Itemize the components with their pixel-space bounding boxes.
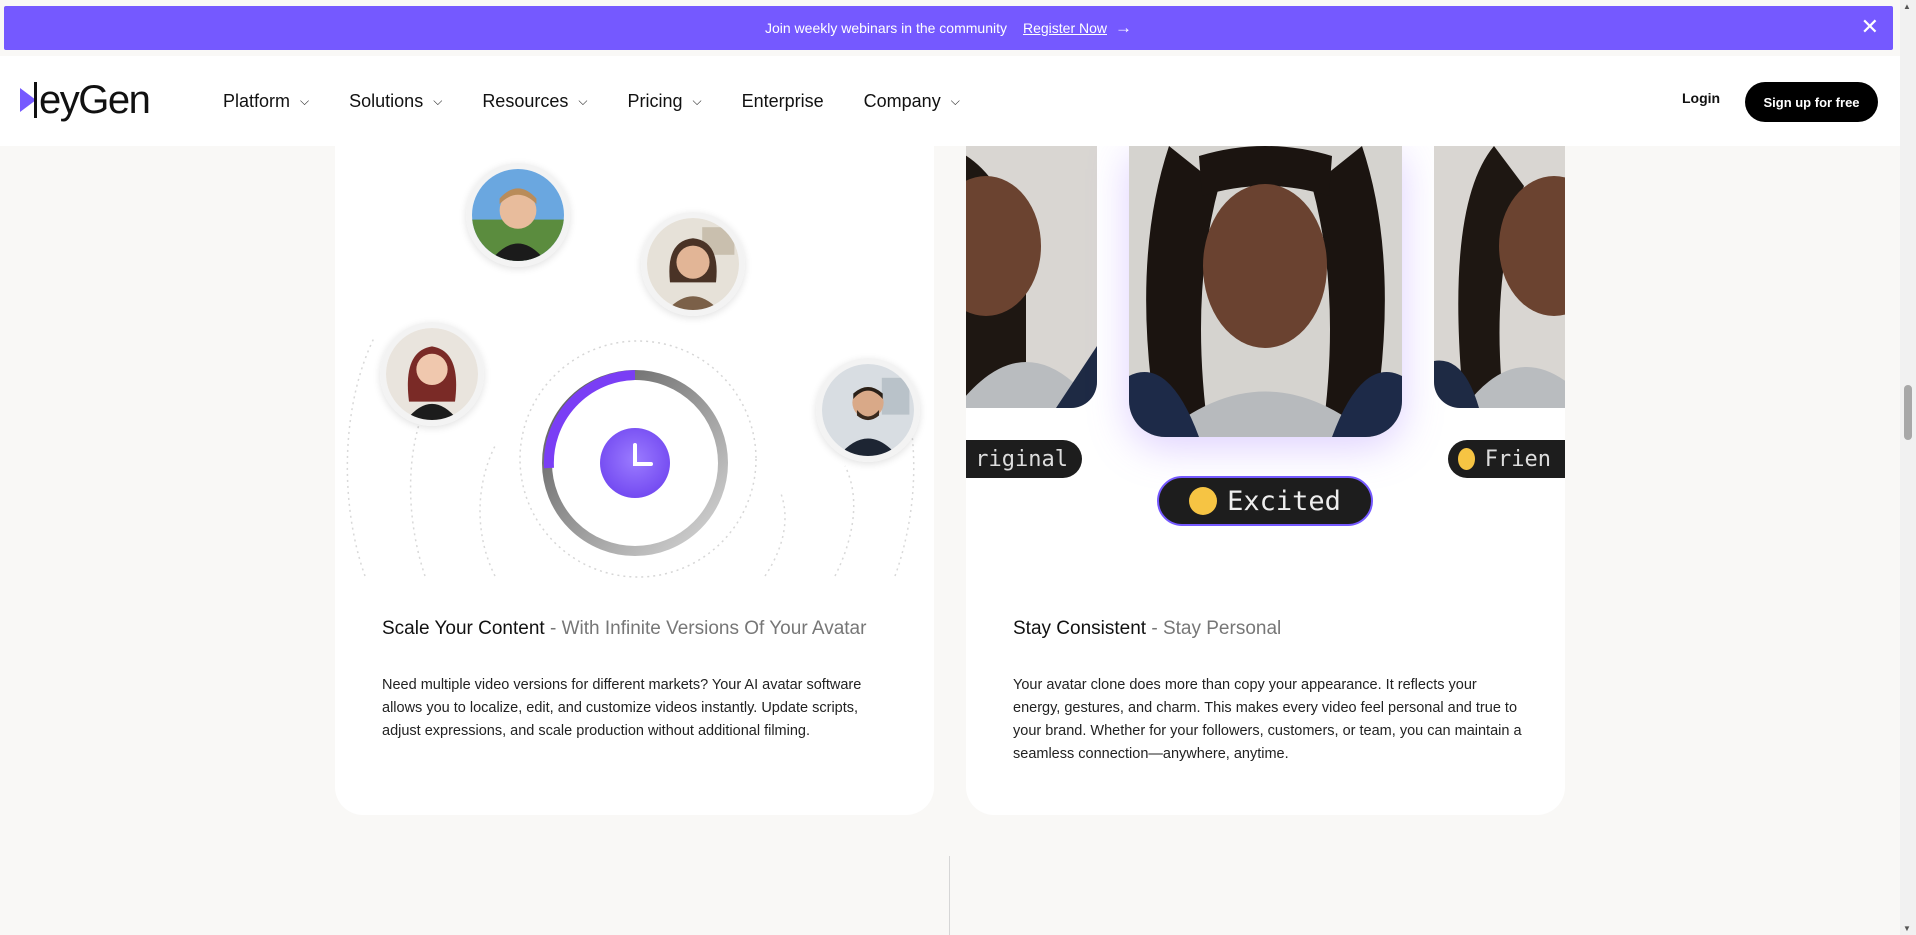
scrollbar-thumb[interactable] bbox=[1904, 385, 1912, 440]
banner-text: Join weekly webinars in the community bbox=[764, 20, 1007, 36]
tag-friendly: Frien bbox=[1448, 440, 1565, 478]
chevron-down-icon: ⌵ bbox=[692, 93, 702, 108]
title-sub: - Stay Personal bbox=[1146, 618, 1282, 639]
scale-card-description: Need multiple video versions for differe… bbox=[382, 677, 862, 739]
announcement-banner: Join weekly webinars in the community Re… bbox=[4, 6, 1893, 50]
consistent-card-title: Stay Consistent - Stay Personal bbox=[1013, 618, 1281, 640]
consistent-card-description: Your avatar clone does more than copy yo… bbox=[1013, 677, 1522, 762]
logo-wordmark: eyGen bbox=[39, 77, 151, 122]
stay-consistent-card: riginal Excited Frien Stay Consistent - … bbox=[966, 146, 1565, 815]
title-sub: - With Infinite Versions Of Your Avatar bbox=[544, 618, 867, 639]
scroll-up-icon[interactable]: ▲ bbox=[1903, 2, 1911, 11]
section-divider bbox=[949, 856, 950, 935]
scale-content-card: Scale Your Content - With Infinite Versi… bbox=[335, 146, 934, 815]
title-main: Stay Consistent bbox=[1013, 618, 1147, 639]
nav-pricing[interactable]: Pricing ⌵ bbox=[627, 91, 701, 112]
nav-label: Pricing bbox=[627, 90, 683, 111]
avatar-photo-right bbox=[1434, 146, 1565, 408]
page-scrollbar[interactable]: ▲ ▼ bbox=[1900, 0, 1916, 935]
nav-resources[interactable]: Resources ⌵ bbox=[482, 91, 587, 112]
main-nav: Platform ⌵ Solutions ⌵ Resources ⌵ Pricing ⌵… bbox=[223, 56, 1000, 146]
arrow-right-icon[interactable]: → bbox=[1115, 18, 1132, 38]
signup-button[interactable]: Sign up for free bbox=[1745, 82, 1878, 122]
register-now-link[interactable]: Register Now bbox=[1023, 20, 1107, 36]
site-header: eyGen Platform ⌵ Solutions ⌵ Resources ⌵ Pr… bbox=[0, 56, 1900, 146]
avatar-woman-redhair bbox=[380, 322, 484, 426]
avatar-man-beard bbox=[816, 358, 920, 462]
title-main: Scale Your Content bbox=[382, 618, 545, 639]
nav-company[interactable]: Company ⌵ bbox=[864, 91, 960, 112]
tag-original: riginal bbox=[966, 440, 1082, 478]
tag-excited: Excited bbox=[1157, 476, 1373, 526]
nav-label: Enterprise bbox=[741, 90, 824, 111]
scale-card-title: Scale Your Content - With Infinite Versi… bbox=[382, 618, 866, 640]
tag-label: riginal bbox=[975, 446, 1068, 472]
chevron-down-icon: ⌵ bbox=[433, 93, 443, 108]
chevron-down-icon: ⌵ bbox=[578, 93, 588, 108]
smile-emoji-icon bbox=[1458, 448, 1475, 470]
logo-bar bbox=[34, 82, 37, 118]
star-struck-emoji-icon bbox=[1189, 487, 1218, 515]
login-link[interactable]: Login bbox=[1682, 90, 1720, 106]
nav-label: Company bbox=[863, 90, 941, 111]
close-icon[interactable]: ✕ bbox=[1861, 16, 1879, 38]
chevron-down-icon: ⌵ bbox=[300, 93, 310, 108]
nav-label: Resources bbox=[482, 90, 569, 111]
nav-solutions[interactable]: Solutions ⌵ bbox=[349, 91, 442, 112]
nav-label: Solutions bbox=[349, 90, 424, 111]
nav-label: Platform bbox=[223, 90, 291, 111]
avatar-photo-center bbox=[1129, 146, 1402, 437]
nav-enterprise[interactable]: Enterprise bbox=[742, 91, 824, 112]
avatar-photo-left bbox=[966, 146, 1097, 408]
heygen-logo[interactable]: eyGen bbox=[20, 77, 151, 122]
progress-ring bbox=[535, 363, 735, 563]
nav-platform[interactable]: Platform ⌵ bbox=[223, 91, 309, 112]
tag-label: Frien bbox=[1484, 446, 1551, 472]
avatar-woman-brunette bbox=[641, 212, 745, 316]
chevron-down-icon: ⌵ bbox=[950, 93, 960, 108]
avatar-man-blonde bbox=[466, 163, 570, 267]
tag-label: Excited bbox=[1227, 485, 1341, 517]
scroll-down-icon[interactable]: ▼ bbox=[1903, 924, 1911, 933]
